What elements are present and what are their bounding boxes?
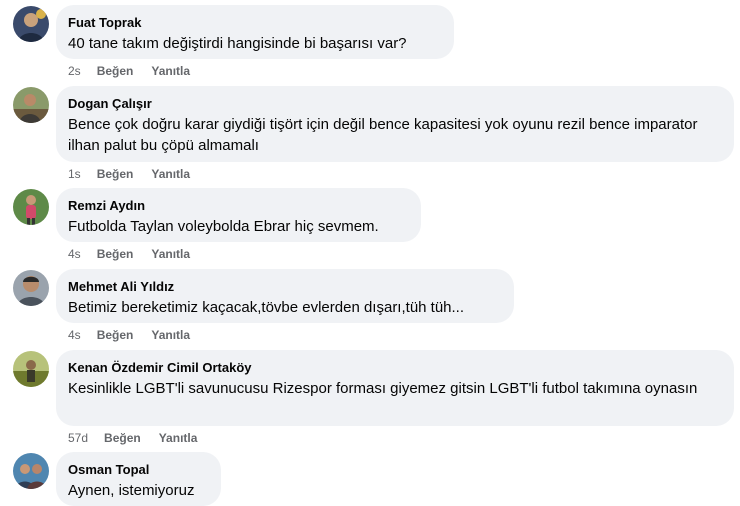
reply-button[interactable]: Yanıtla	[151, 63, 190, 79]
comment-bubble: Fuat Toprak 40 tane takım değiştirdi han…	[56, 5, 454, 59]
like-button[interactable]: Beğen	[97, 246, 134, 262]
comment-timestamp[interactable]: 4s	[68, 246, 81, 262]
comment-author[interactable]: Osman Topal	[68, 461, 209, 478]
comment-bubble: Dogan Çalışır Bence çok doğru karar giyd…	[56, 86, 734, 162]
reply-button[interactable]: Yanıtla	[151, 246, 190, 262]
comment-text: Betimiz bereketimiz kaçacak,tövbe evlerd…	[68, 299, 465, 316]
comment-actions: 4s Beğen Yanıtla	[68, 246, 190, 262]
reply-button[interactable]: Yanıtla	[151, 327, 190, 343]
reply-button[interactable]: Yanıtla	[151, 166, 190, 182]
person-avatar-icon[interactable]	[13, 453, 49, 489]
person-avatar-icon[interactable]	[13, 87, 49, 123]
comment-timestamp[interactable]: 1s	[68, 166, 81, 182]
person-avatar-icon[interactable]	[13, 351, 49, 387]
like-button[interactable]: Beğen	[97, 63, 134, 79]
comment-text: Bence çok doğru karar giydiği tişört içi…	[68, 116, 698, 154]
comment-text: Kesinlikle LGBT'li savunucusu Rizespor f…	[68, 380, 698, 397]
comment-actions: 57d Beğen Yanıtla	[68, 430, 197, 446]
comment-author[interactable]: Dogan Çalışır	[68, 95, 722, 112]
comment-bubble: Mehmet Ali Yıldız Betimiz bereketimiz ka…	[56, 269, 514, 323]
reply-button[interactable]: Yanıtla	[159, 430, 198, 446]
like-button[interactable]: Beğen	[97, 166, 134, 182]
comment-timestamp[interactable]: 57d	[68, 430, 88, 446]
like-button[interactable]: Beğen	[104, 430, 141, 446]
comment-actions: 2s Beğen Yanıtla	[68, 63, 190, 79]
comment-bubble: Osman Topal Aynen, istemiyoruz	[56, 452, 221, 506]
comment-text: 40 tane takım değiştirdi hangisinde bi b…	[68, 35, 407, 52]
like-button[interactable]: Beğen	[97, 327, 134, 343]
comment-author[interactable]: Kenan Özdemir Cimil Ortaköy	[68, 359, 722, 376]
comment-text: Futbolda Taylan voleybolda Ebrar hiç sev…	[68, 218, 379, 235]
comment-bubble: Kenan Özdemir Cimil Ortaköy Kesinlikle L…	[56, 350, 734, 426]
person-avatar-icon[interactable]	[13, 6, 49, 42]
comment-author[interactable]: Remzi Aydın	[68, 197, 409, 214]
person-avatar-icon[interactable]	[13, 270, 49, 306]
comment-author[interactable]: Mehmet Ali Yıldız	[68, 278, 502, 295]
comment-bubble: Remzi Aydın Futbolda Taylan voleybolda E…	[56, 188, 421, 242]
person-avatar-icon[interactable]	[13, 189, 49, 225]
comment-timestamp[interactable]: 2s	[68, 63, 81, 79]
comment-text: Aynen, istemiyoruz	[68, 482, 195, 499]
comment-actions: 4s Beğen Yanıtla	[68, 327, 190, 343]
comment-timestamp[interactable]: 4s	[68, 327, 81, 343]
comment-author[interactable]: Fuat Toprak	[68, 14, 442, 31]
comment-actions: 1s Beğen Yanıtla	[68, 166, 190, 182]
